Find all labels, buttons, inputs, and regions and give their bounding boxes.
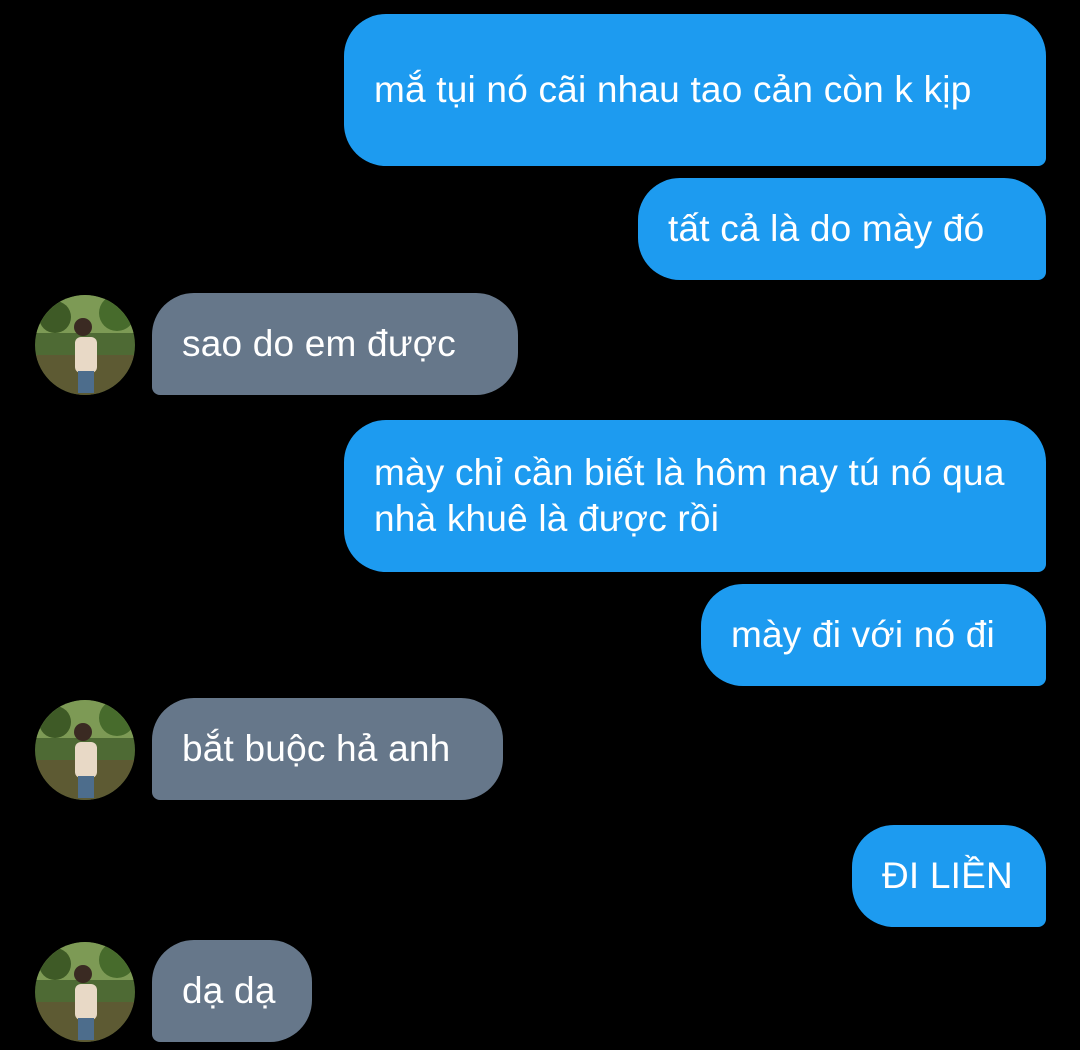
message-text: tất cả là do mày đó (668, 208, 985, 249)
message-bubble-received[interactable]: sao do em được (152, 293, 518, 395)
message-text: bắt buộc hả anh (182, 728, 451, 769)
message-bubble-sent[interactable]: mày đi với nó đi (701, 584, 1046, 686)
avatar-photo-icon (35, 700, 135, 800)
message-text: ĐI LIỀN (882, 855, 1013, 896)
message-bubble-sent[interactable]: tất cả là do mày đó (638, 178, 1046, 280)
message-bubble-sent[interactable]: mắ tụi nó cãi nhau tao cản còn k kịp (344, 14, 1046, 166)
message-bubble-received[interactable]: dạ dạ (152, 940, 312, 1042)
message-text: mày chỉ cần biết là hôm nay tú nó qua nh… (374, 452, 1016, 539)
contact-avatar[interactable] (35, 295, 135, 395)
avatar-photo-icon (35, 295, 135, 395)
message-bubble-sent[interactable]: ĐI LIỀN (852, 825, 1046, 927)
message-bubble-sent[interactable]: mày chỉ cần biết là hôm nay tú nó qua nh… (344, 420, 1046, 572)
message-text: mắ tụi nó cãi nhau tao cản còn k kịp (374, 69, 972, 110)
message-text: sao do em được (182, 323, 456, 364)
contact-avatar[interactable] (35, 942, 135, 1042)
message-text: dạ dạ (182, 970, 276, 1011)
message-bubble-received[interactable]: bắt buộc hả anh (152, 698, 503, 800)
chat-screen: mắ tụi nó cãi nhau tao cản còn k kịp tất… (0, 0, 1080, 1050)
contact-avatar[interactable] (35, 700, 135, 800)
avatar-photo-icon (35, 942, 135, 1042)
message-text: mày đi với nó đi (731, 614, 995, 655)
